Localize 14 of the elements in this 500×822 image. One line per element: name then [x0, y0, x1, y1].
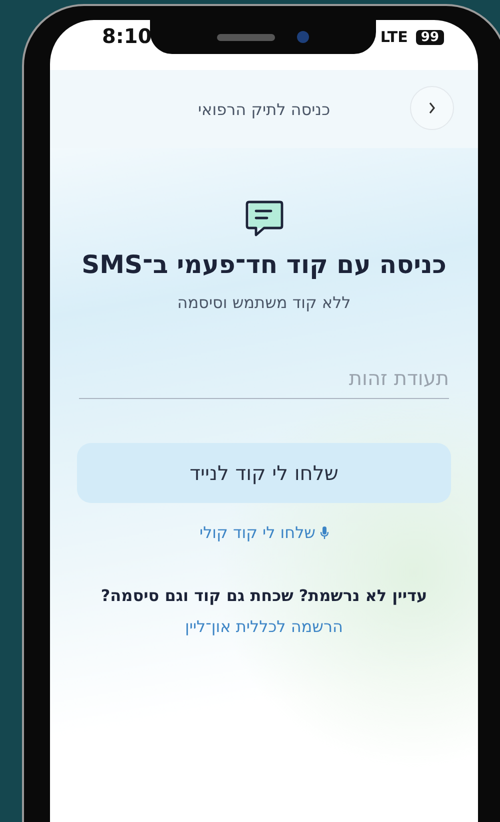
- id-input-field[interactable]: תעודת זהות: [79, 362, 449, 399]
- login-subtitle: ללא קוד משתמש וסיסמה: [177, 293, 351, 312]
- back-button[interactable]: [410, 86, 454, 130]
- battery-level: 99: [416, 30, 444, 44]
- microphone-icon: [320, 526, 328, 540]
- register-prompt: עדיין לא נרשמת? שכחת גם קוד וגם סיסמה?: [100, 586, 428, 605]
- header-title: כניסה לתיק הרפואי: [198, 100, 330, 118]
- status-time: 8:10: [102, 24, 152, 48]
- network-label: LTE: [380, 28, 408, 46]
- chevron-icon: [428, 102, 436, 114]
- send-code-button[interactable]: שלחו לי קוד לנייד: [77, 443, 451, 503]
- register-link[interactable]: הרשמה לכללית און־ליין: [185, 617, 343, 636]
- voice-code-link[interactable]: שלחו לי קוד קולי: [200, 523, 328, 542]
- login-title: כניסה עם קוד חד־פעמי ב־SMS: [82, 250, 446, 279]
